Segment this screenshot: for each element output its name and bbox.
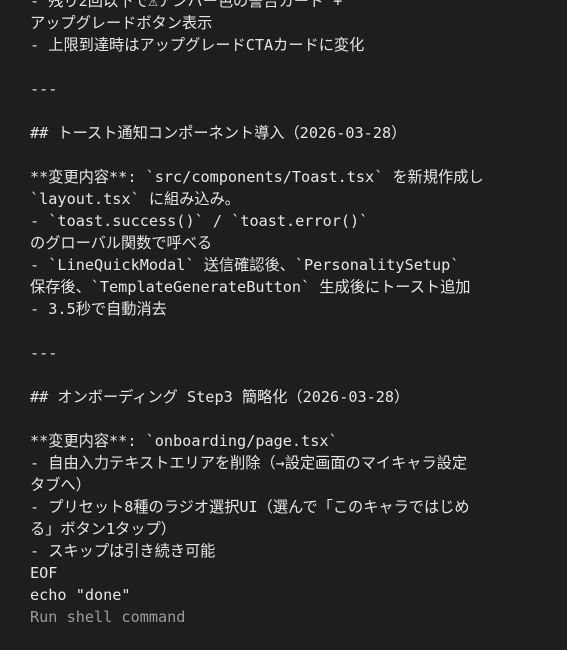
output-line: --- [30, 80, 58, 98]
output-line: `layout.tsx` に組み込み。 [30, 190, 240, 208]
output-line: る」ボタン1タップ） [30, 520, 176, 538]
output-line: - 自由入力テキストエリアを削除（→設定画面のマイキャラ設定 [30, 454, 468, 472]
output-line: 保存後、`TemplateGenerateButton` 生成後にトースト追加 [30, 278, 471, 296]
output-line: ## トースト通知コンポーネント導入（2026-03-28） [30, 124, 407, 142]
output-line: のグローバル関数で呼べる [30, 234, 213, 252]
output-line: - プリセット8種のラジオ選択UI（選んで「このキャラではじめ [30, 498, 470, 516]
output-line: - スキップは引き続き可能 [30, 542, 216, 560]
terminal-output: - 残り2回以下で⚠アンバー色の警告カード + アップグレードボタン表示 - 上… [0, 0, 567, 650]
output-line: echo "done" [30, 586, 131, 604]
output-line: - `LineQuickModal` 送信確認後、`PersonalitySet… [30, 256, 460, 274]
output-line: EOF [30, 564, 58, 582]
output-line: - 3.5秒で自動消去 [30, 300, 167, 318]
output-line: - 残り2回以下で⚠アンバー色の警告カード + [30, 0, 343, 10]
run-shell-command-label: Run shell command [30, 608, 186, 626]
output-line: ## オンボーディング Step3 簡略化（2026-03-28） [30, 388, 410, 406]
output-line: アップグレードボタン表示 [30, 14, 213, 32]
output-line: - `toast.success()` / `toast.error()` [30, 212, 369, 230]
output-line: タブへ） [30, 476, 91, 494]
output-line: **変更内容**: `onboarding/page.tsx` [30, 432, 338, 450]
output-line: - 上限到達時はアップグレードCTAカードに変化 [30, 36, 365, 54]
output-line: **変更内容**: `src/components/Toast.tsx` を新規… [30, 168, 484, 186]
output-line: --- [30, 344, 58, 362]
